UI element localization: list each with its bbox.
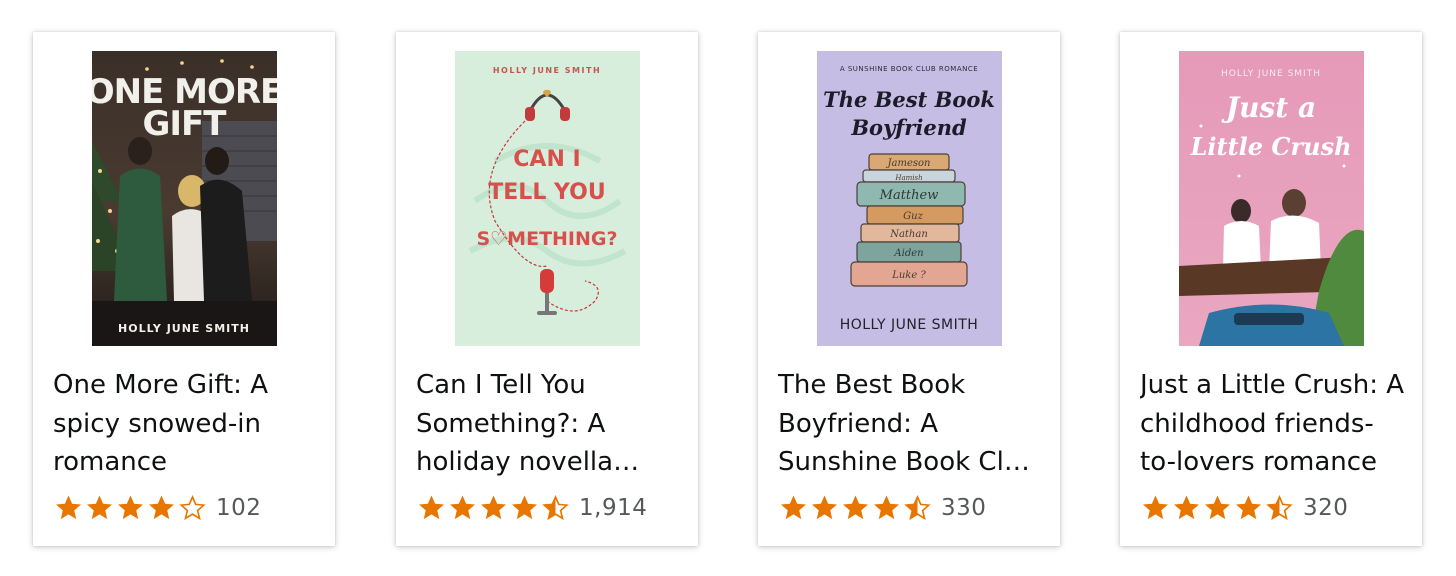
spine-text: Hamish	[894, 174, 922, 182]
cover-title-text: Boyfriend	[850, 115, 967, 140]
spine-text: Nathan	[889, 229, 928, 240]
rating-row[interactable]: 320	[1140, 490, 1348, 526]
rating-row[interactable]: 1,914	[416, 490, 647, 526]
book-title-link[interactable]: The Best Book Boyfriend: A Sunshine Book…	[778, 366, 1046, 482]
star-full-icon	[149, 495, 174, 520]
book-title-link[interactable]: One More Gift: A spicy snowed-in romance	[53, 366, 321, 482]
book-title-link[interactable]: Just a Little Crush: A childhood friends…	[1140, 366, 1408, 482]
star-full-icon	[843, 495, 868, 520]
cover-title-text: Just a	[1221, 91, 1316, 124]
book-title-link[interactable]: Can I Tell You Something?: A holiday nov…	[416, 366, 684, 482]
star-full-icon	[419, 495, 444, 520]
rating-row[interactable]: 330	[778, 490, 986, 526]
star-rating	[778, 493, 933, 523]
spine-text: Jameson	[886, 158, 931, 169]
star-rating	[416, 493, 571, 523]
cover-author-text: HOLLY JUNE SMITH	[840, 317, 979, 333]
star-full-icon	[118, 495, 143, 520]
star-half-icon	[904, 494, 931, 521]
review-count-link[interactable]: 102	[216, 495, 261, 521]
book-card[interactable]: HOLLY JUNE SMITH Just a Little Crush Jus…	[1120, 32, 1422, 546]
cover-title-text: GIFT	[143, 104, 228, 144]
star-rating	[1140, 493, 1295, 523]
book-cover-image[interactable]: HOLLY JUNE SMITH CAN I TELL YOU S♡METHIN…	[455, 51, 640, 346]
cover-title-text: Little Crush	[1189, 132, 1351, 161]
star-full-icon	[56, 495, 81, 520]
spine-text: Luke ?	[891, 270, 926, 281]
star-full-icon	[812, 495, 837, 520]
star-full-icon	[87, 495, 112, 520]
star-full-icon	[1143, 495, 1168, 520]
cover-author-text: HOLLY JUNE SMITH	[1221, 69, 1321, 79]
review-count-link[interactable]: 1,914	[579, 495, 647, 521]
star-empty-icon	[179, 494, 206, 521]
spine-text: Aiden	[893, 248, 923, 259]
star-full-icon	[512, 495, 537, 520]
book-carousel-row: ONE MORE GIFT HOLLY JUNE SMITH One More …	[0, 0, 1456, 576]
spine-text: Guz	[903, 211, 923, 222]
star-full-icon	[1174, 495, 1199, 520]
star-full-icon	[450, 495, 475, 520]
cover-author-text: HOLLY JUNE SMITH	[493, 66, 601, 75]
cover-series-text: A SUNSHINE BOOK CLUB ROMANCE	[840, 65, 978, 73]
book-cover-image[interactable]: ONE MORE GIFT HOLLY JUNE SMITH	[92, 51, 277, 346]
star-half-icon	[1266, 494, 1293, 521]
book-cover-image[interactable]: A SUNSHINE BOOK CLUB ROMANCE The Best Bo…	[817, 51, 1002, 346]
book-card[interactable]: HOLLY JUNE SMITH CAN I TELL YOU S♡METHIN…	[396, 32, 698, 546]
cover-title-text: S♡METHING?	[476, 228, 617, 250]
review-count-link[interactable]: 330	[941, 495, 986, 521]
star-full-icon	[481, 495, 506, 520]
spine-text: Matthew	[879, 188, 939, 203]
cover-title-text: TELL YOU	[488, 180, 605, 205]
star-full-icon	[1205, 495, 1230, 520]
cover-title-text: CAN I	[513, 147, 580, 172]
cover-title-text: The Best Book	[823, 87, 995, 112]
book-card[interactable]: A SUNSHINE BOOK CLUB ROMANCE The Best Bo…	[758, 32, 1060, 546]
cover-author-text: HOLLY JUNE SMITH	[118, 322, 250, 335]
star-rating	[53, 493, 208, 523]
book-card[interactable]: ONE MORE GIFT HOLLY JUNE SMITH One More …	[33, 32, 335, 546]
rating-row[interactable]: 102	[53, 490, 261, 526]
star-half-icon	[542, 494, 569, 521]
star-full-icon	[874, 495, 899, 520]
review-count-link[interactable]: 320	[1303, 495, 1348, 521]
book-cover-image[interactable]: HOLLY JUNE SMITH Just a Little Crush	[1179, 51, 1364, 346]
star-full-icon	[781, 495, 806, 520]
star-full-icon	[1236, 495, 1261, 520]
